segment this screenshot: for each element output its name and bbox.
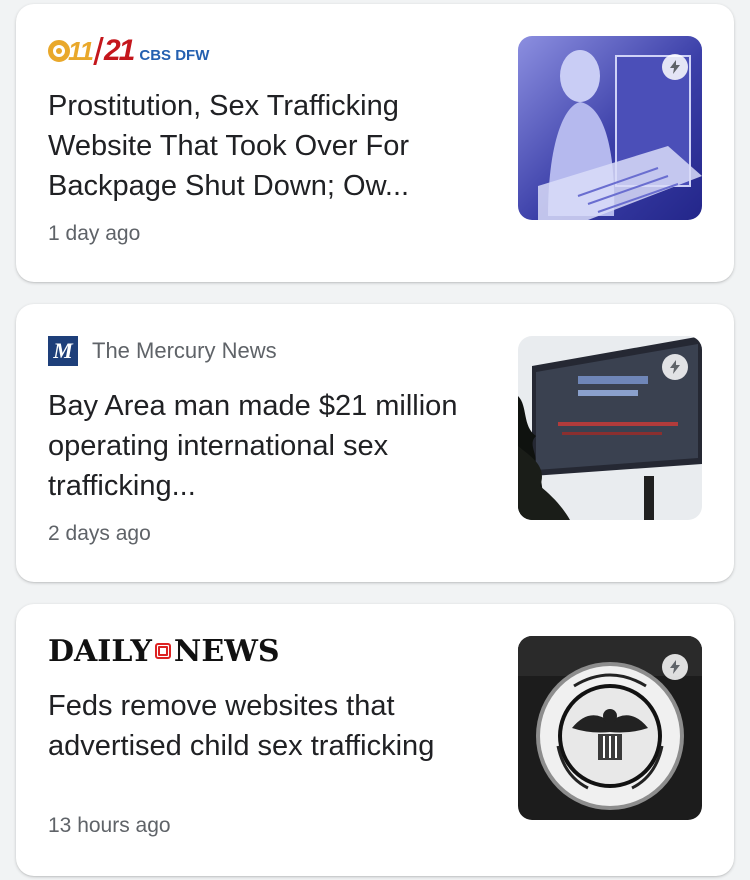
timestamp: 1 day ago (48, 222, 141, 245)
headline[interactable]: Feds remove websites that advertised chi… (48, 686, 488, 766)
daily-news-logo: DAILY NEWS (48, 634, 280, 669)
news-card[interactable]: 11 21 CBS DFW Prostitution, Sex Traffick… (16, 4, 734, 282)
logo-21: 21 (104, 34, 135, 67)
amp-lightning-icon (662, 54, 688, 80)
source-row: 11 21 CBS DFW (48, 34, 209, 68)
timestamp: 13 hours ago (48, 814, 171, 837)
timestamp: 2 days ago (48, 522, 151, 545)
mercury-news-logo: M (48, 336, 78, 366)
news-card[interactable]: M The Mercury News Bay Area man made $21… (16, 304, 734, 582)
amp-lightning-icon (662, 654, 688, 680)
article-thumbnail[interactable] (518, 636, 702, 820)
source-row: DAILY NEWS (48, 634, 280, 669)
news-card[interactable]: DAILY NEWS Feds remove websites that adv… (16, 604, 734, 876)
headline[interactable]: Prostitution, Sex Trafficking Website Th… (48, 86, 488, 206)
source-row: M The Mercury News (48, 336, 277, 366)
logo-news: NEWS (173, 633, 280, 669)
cbs-dfw-logo: 11 21 CBS DFW (48, 34, 209, 68)
logo-slash (93, 37, 104, 65)
article-thumbnail[interactable] (518, 336, 702, 520)
headline[interactable]: Bay Area man made $21 million operating … (48, 386, 488, 506)
logo-cbs-dfw: CBS DFW (139, 46, 210, 64)
logo-11: 11 (68, 35, 94, 66)
cbs-eye-icon (48, 40, 70, 62)
mercury-logo-mark: M (53, 338, 73, 363)
logo-daily: DAILY (48, 633, 152, 669)
article-thumbnail[interactable] (518, 36, 702, 220)
source-name: The Mercury News (92, 338, 277, 363)
amp-lightning-icon (662, 354, 688, 380)
daily-news-mark-icon (154, 643, 171, 659)
